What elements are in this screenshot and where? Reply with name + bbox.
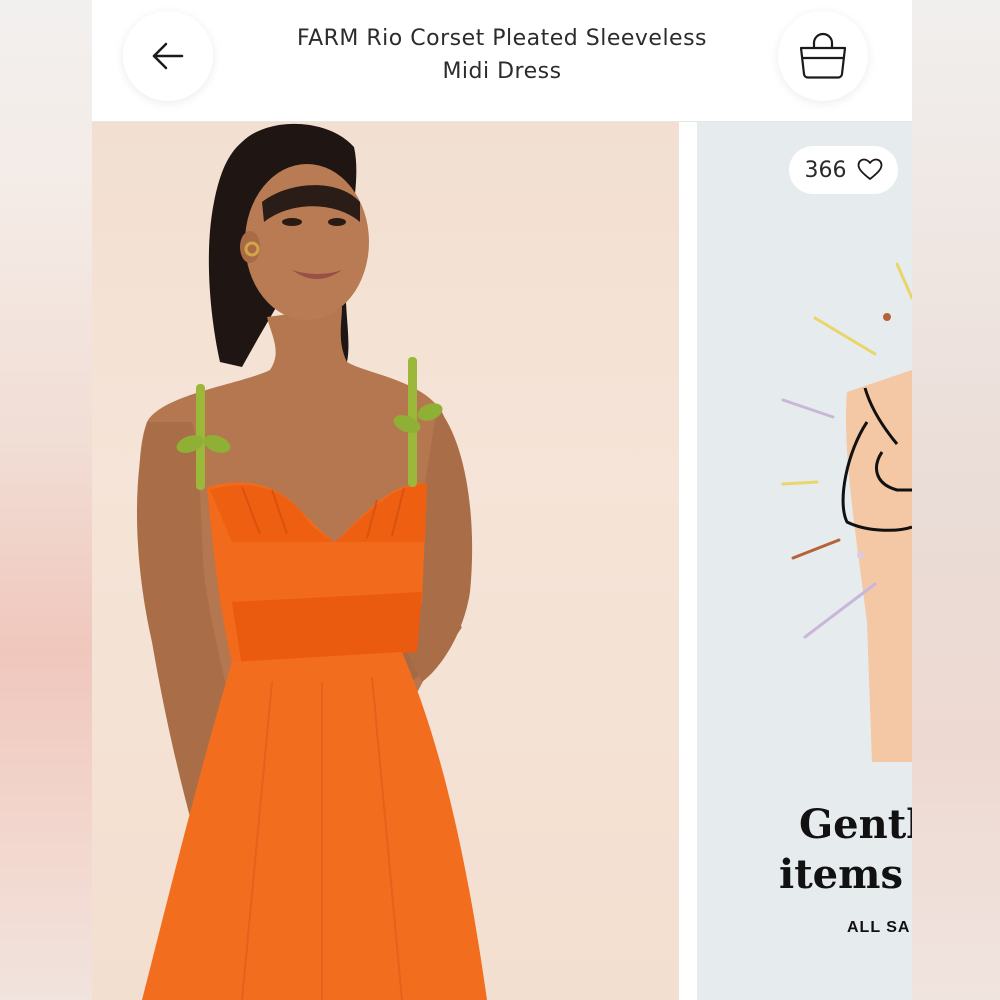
back-button[interactable] [123,11,213,101]
promo-subline: ALL SA [847,919,911,936]
arrow-left-icon [152,42,184,70]
likes-count: 366 [804,157,847,183]
page-title-line-1: FARM Rio Corset Pleated Sleeveless [296,26,708,51]
top-bar: FARM Rio Corset Pleated Sleeveless Midi … [92,0,912,122]
likes-button[interactable]: 366 [789,146,898,194]
heart-icon [857,158,882,180]
blurred-margin-right [912,0,1000,1000]
promo-headline: Gently items [779,800,912,900]
shopping-bag-button[interactable] [778,11,868,101]
model-in-orange-dress-illustration [136,123,487,1000]
app-screen: FARM Rio Corset Pleated Sleeveless Midi … [92,0,912,1000]
promo-headline-line-1: Gently [799,801,912,848]
product-photo[interactable] [92,122,679,1000]
page-title: FARM Rio Corset Pleated Sleeveless Midi … [242,22,762,88]
page-title-line-2: Midi Dress [442,59,562,84]
promo-card[interactable]: 366 Gently items ALL SA [697,122,912,1000]
blurred-margin-left [0,0,92,1000]
image-carousel[interactable]: 366 Gently items ALL SA [92,122,912,1000]
shopping-bag-icon [799,32,847,79]
promo-headline-line-2: items [779,851,903,898]
